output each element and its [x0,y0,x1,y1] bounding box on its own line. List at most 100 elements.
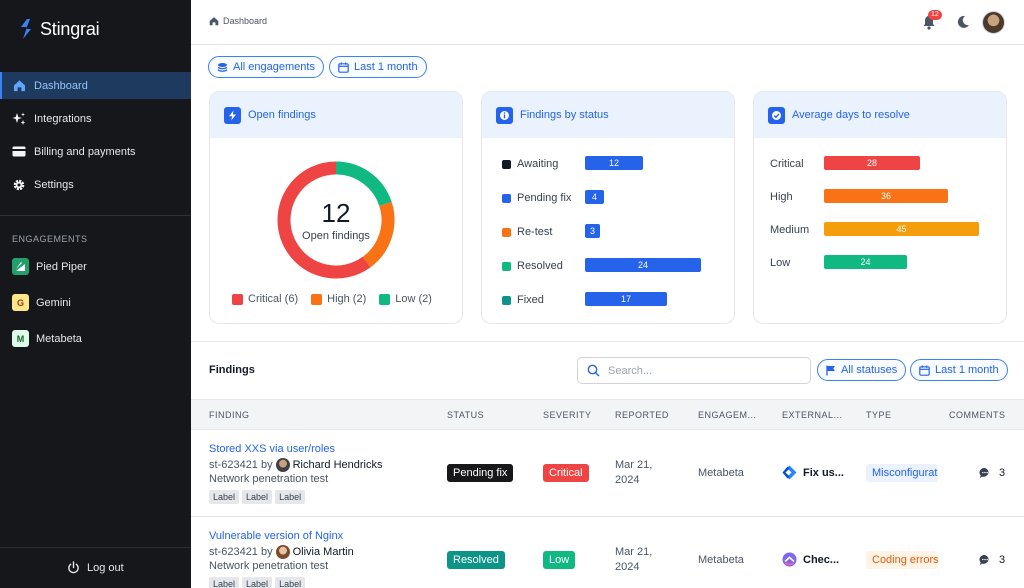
open-findings-caption: Open findings [302,230,370,242]
column-header-severity[interactable]: SEVERITY [543,410,592,420]
stingrai-logo-icon [21,19,31,39]
status-swatch [502,295,511,305]
home-icon [12,79,26,93]
sidebar-item-label: Integrations [34,112,92,125]
status-badge[interactable]: Pending fix [447,464,514,482]
author-avatar [275,545,290,559]
legend-label: High (2) [327,293,367,305]
column-header-external[interactable]: EXTERNAL... [782,410,843,420]
status-swatch [502,193,511,203]
reported-year: 2024 [615,474,640,486]
column-header-type[interactable]: TYPE [866,410,892,420]
chip-label: All statuses [841,364,898,376]
severity-label: High [770,191,793,203]
engagement-label: Gemini [36,296,71,309]
column-header-reported[interactable]: REPORTED [615,410,669,420]
engagement-item-metabeta[interactable]: M Metabeta [12,330,82,347]
label-tag: Label [242,490,273,504]
dark-mode-toggle-icon[interactable] [956,15,970,29]
info-icon [496,106,513,124]
engagements-filter-chip[interactable]: All engagements [208,56,324,78]
external-ticket-link[interactable]: Chec... [782,552,839,567]
label-tag: Label [275,577,306,588]
legend-label: Critical (6) [248,293,299,305]
finding-id: st-623421 by [209,546,273,558]
sidebar-item-label: Settings [34,178,74,191]
comments-count[interactable]: 3 [979,554,1005,566]
finding-title-link[interactable]: Vulnerable version of Nginx [209,530,343,542]
status-bar-resolved: 24 [585,258,701,272]
label-tag: Label [242,577,273,588]
table-row[interactable]: Vulnerable version of Nginx st-623421 by… [191,516,1024,588]
column-header-status[interactable]: STATUS [447,410,484,420]
column-header-finding[interactable]: FINDING [209,410,250,420]
comments-count[interactable]: 3 [979,467,1005,479]
chip-label: All engagements [233,61,315,73]
status-label: Awaiting [517,158,559,170]
label-tag: Label [275,490,306,504]
comment-icon [979,467,989,478]
status-badge[interactable]: Resolved [447,551,505,569]
engagements-heading: ENGAGEMENTS [12,234,88,244]
table-row[interactable]: Stored XXS via user/roles st-623421 by R… [191,429,1024,516]
logout-label: Log out [87,561,124,574]
open-findings-total: 12 [321,198,351,228]
status-label: Resolved [517,260,563,272]
breadcrumb[interactable]: Dashboard [209,16,267,26]
findings-table-header: FINDING STATUS SEVERITY REPORTED ENGAGEM… [191,399,1024,429]
sidebar-item-billing[interactable]: Billing and payments [0,138,191,165]
findings-period-filter-chip[interactable]: Last 1 month [910,359,1008,381]
status-bar-fixed: 17 [585,292,667,306]
card-title: Average days to resolve [792,109,910,121]
finding-subtitle: Network penetration test [209,473,329,485]
chip-label: Last 1 month [935,364,999,376]
sidebar-item-label: Billing and payments [34,145,136,158]
card-title: Open findings [248,109,316,121]
sidebar-item-label: Dashboard [34,79,88,92]
clickup-icon [782,552,797,567]
label-tag: Label [209,577,240,588]
layers-icon [217,62,228,72]
sidebar-divider-bottom [0,547,191,548]
sidebar-item-integrations[interactable]: Integrations [0,105,191,132]
finding-labels: Label Label Label [209,577,306,588]
sidebar: Stingrai Dashboard Integrations Billing … [0,0,191,588]
type-tag: Coding errors [866,551,938,569]
finding-meta: st-623421 by Richard Hendricks [209,458,382,472]
breadcrumb-item: Dashboard [223,16,268,26]
pied-piper-logo-icon [12,258,29,275]
finding-author: Richard Hendricks [292,459,383,471]
column-header-comments[interactable]: COMMENTS [949,410,1006,420]
severity-badge: Critical [543,464,589,482]
legend-swatch [232,293,243,305]
home-icon [209,17,219,26]
external-ticket-link[interactable]: Fix us... [782,465,844,480]
finding-title-link[interactable]: Stored XXS via user/roles [209,443,335,455]
user-avatar[interactable] [982,11,1005,34]
credit-card-icon [12,145,26,159]
calendar-icon [919,365,930,376]
legend-item-critical: Critical (6) [232,293,298,305]
app-logo[interactable]: Stingrai [18,18,100,40]
status-filter-chip[interactable]: All statuses [817,359,907,381]
search-input[interactable]: Search... [577,357,811,384]
status-swatch [502,227,511,237]
lightning-icon [224,106,241,124]
engagement-item-gemini[interactable]: G Gemini [12,294,71,311]
card-header: Average days to resolve [754,92,1006,138]
period-filter-chip[interactable]: Last 1 month [329,56,427,78]
status-label: Pending fix [517,192,572,204]
engagement-item-pied-piper[interactable]: Pied Piper [12,258,87,275]
sidebar-item-dashboard[interactable]: Dashboard [0,72,191,99]
severity-label: Medium [770,224,810,236]
check-circle-icon [768,106,785,124]
status-row-resolved: Resolved [502,260,563,272]
column-header-engagement[interactable]: ENGAGEM... [698,410,757,420]
chip-label: Last 1 month [354,61,418,73]
notification-count-badge: 12 [928,10,942,20]
external-ticket-label: Chec... [803,553,840,566]
app-name: Stingrai [40,18,100,39]
logout-button[interactable]: Log out [67,561,124,574]
comments-count-value: 3 [999,467,1006,479]
sidebar-item-settings[interactable]: Settings [0,171,191,198]
